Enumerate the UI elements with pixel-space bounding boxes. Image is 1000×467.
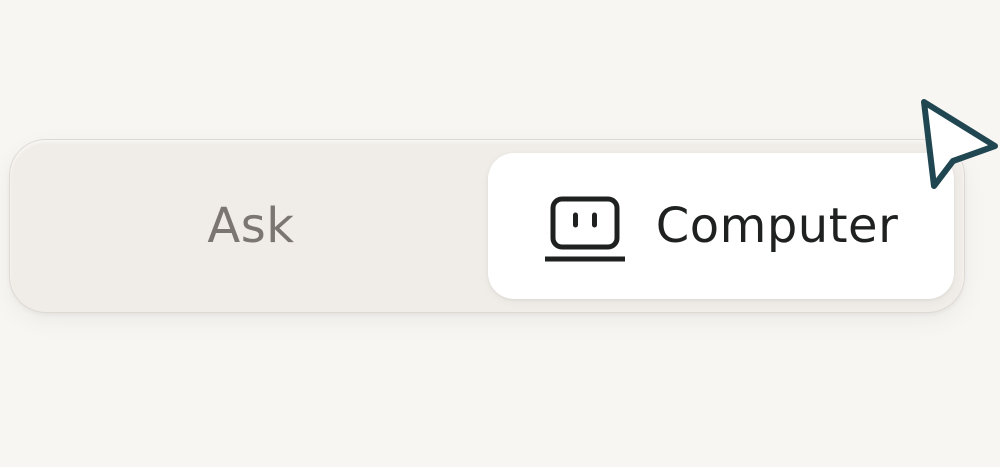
ask-mode-button[interactable]: Ask — [10, 140, 486, 312]
computer-mode-button[interactable]: Computer — [488, 153, 954, 299]
computer-mode-label: Computer — [655, 198, 899, 254]
computer-icon — [544, 196, 626, 264]
mode-toggle: Ask Computer — [10, 140, 964, 312]
ask-mode-label: Ask — [207, 198, 295, 254]
